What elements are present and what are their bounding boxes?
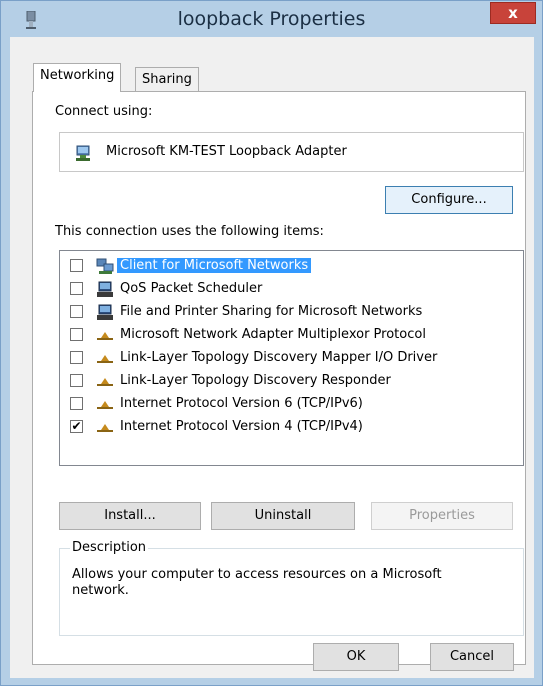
item-label: Microsoft Network Adapter Multiplexor Pr… — [120, 327, 426, 342]
list-item[interactable]: QoS Packet Scheduler — [60, 278, 523, 301]
cancel-button[interactable]: Cancel — [430, 643, 514, 671]
item-label: Internet Protocol Version 6 (TCP/IPv6) — [120, 396, 363, 411]
adapter-field: Microsoft KM-TEST Loopback Adapter — [59, 132, 524, 172]
properties-dialog: loopback Properties x Networking Sharing… — [0, 0, 543, 686]
protocol-icon — [97, 332, 113, 340]
close-button[interactable]: x — [490, 2, 536, 24]
protocol-icon — [97, 355, 113, 363]
item-checkbox[interactable] — [70, 305, 83, 318]
ok-button[interactable]: OK — [313, 643, 399, 671]
item-label: Client for Microsoft Networks — [117, 258, 312, 273]
description-legend: Description — [70, 540, 149, 555]
protocol-icon — [97, 378, 113, 386]
item-checkbox[interactable]: ✔ — [70, 420, 83, 433]
properties-button[interactable]: Properties — [371, 502, 513, 530]
dialog-client-area: Networking Sharing Connect using: Micros… — [10, 37, 534, 678]
install-button[interactable]: Install... — [59, 502, 201, 530]
network-adapter-icon — [76, 145, 90, 161]
list-item[interactable]: Link-Layer Topology Discovery Responder — [60, 370, 523, 393]
protocol-icon — [97, 424, 113, 432]
computer-service-icon — [97, 304, 113, 320]
tab-networking[interactable]: Networking — [33, 63, 122, 92]
list-item[interactable]: ✔ Internet Protocol Version 4 (TCP/IPv4) — [60, 416, 523, 439]
items-label: This connection uses the following items… — [55, 224, 324, 239]
item-label: Link-Layer Topology Discovery Responder — [120, 373, 391, 388]
item-checkbox[interactable] — [70, 351, 83, 364]
networking-panel: Connect using: Microsoft KM-TEST Loopbac… — [32, 91, 526, 665]
item-checkbox[interactable] — [70, 374, 83, 387]
protocol-icon — [97, 401, 113, 409]
item-label: File and Printer Sharing for Microsoft N… — [120, 304, 423, 319]
item-label: Link-Layer Topology Discovery Mapper I/O… — [120, 350, 438, 365]
description-group: Description Allows your computer to acce… — [59, 540, 524, 636]
items-list[interactable]: Client for Microsoft Networks QoS Packet… — [59, 250, 524, 466]
title-bar[interactable]: loopback Properties x — [1, 1, 542, 37]
uninstall-button[interactable]: Uninstall — [211, 502, 355, 530]
tab-sharing[interactable]: Sharing — [135, 67, 199, 93]
adapter-name: Microsoft KM-TEST Loopback Adapter — [106, 144, 347, 159]
item-checkbox[interactable] — [70, 282, 83, 295]
connect-using-label: Connect using: — [55, 104, 153, 119]
item-checkbox[interactable] — [70, 328, 83, 341]
list-item[interactable]: Link-Layer Topology Discovery Mapper I/O… — [60, 347, 523, 370]
list-item[interactable]: File and Printer Sharing for Microsoft N… — [60, 301, 523, 324]
item-label: Internet Protocol Version 4 (TCP/IPv4) — [120, 419, 363, 434]
description-text: Allows your computer to access resources… — [72, 567, 442, 598]
network-client-icon — [96, 258, 114, 274]
item-label: QoS Packet Scheduler — [120, 281, 263, 296]
window-title: loopback Properties — [177, 8, 366, 30]
item-checkbox[interactable] — [70, 397, 83, 410]
computer-service-icon — [97, 281, 113, 297]
list-item[interactable]: Client for Microsoft Networks — [60, 255, 523, 278]
item-checkbox[interactable] — [70, 259, 83, 272]
list-item[interactable]: Microsoft Network Adapter Multiplexor Pr… — [60, 324, 523, 347]
configure-button[interactable]: Configure... — [385, 186, 513, 214]
list-item[interactable]: Internet Protocol Version 6 (TCP/IPv6) — [60, 393, 523, 416]
